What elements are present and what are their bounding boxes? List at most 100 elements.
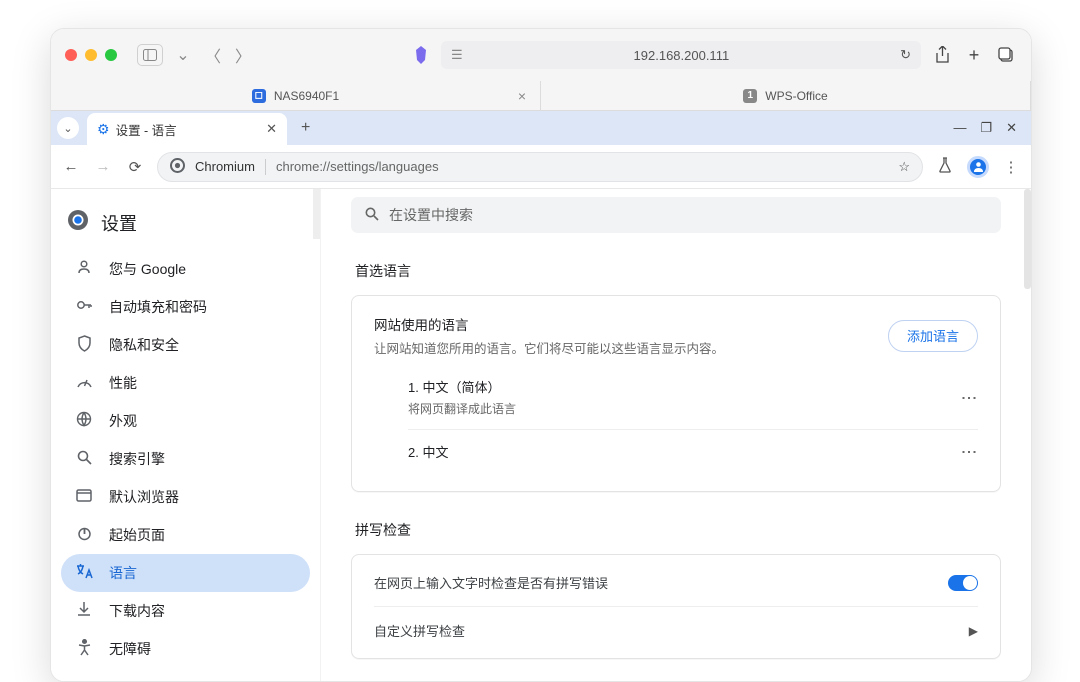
sidebar-item-label: 您与 Google: [109, 259, 186, 279]
back-icon[interactable]: 〈: [203, 43, 223, 67]
settings-sidebar: 设置 您与 Google 自动填充和密码 隐私和安全 性能 外观 搜索引擎 默认…: [51, 189, 321, 681]
kebab-menu-icon[interactable]: ⋮: [1001, 158, 1021, 176]
shield-icon: [75, 335, 93, 356]
spellcheck-toggle[interactable]: [948, 575, 978, 591]
translate-icon: [75, 563, 93, 583]
wps-badge-icon: 1: [743, 89, 757, 103]
page-format-icon[interactable]: ☰: [451, 47, 463, 63]
language-name: 2. 中文: [408, 442, 448, 461]
close-tab-icon[interactable]: ×: [518, 88, 526, 104]
language-options-icon[interactable]: ⋮: [959, 390, 978, 405]
sidebar-item-downloads[interactable]: 下载内容: [61, 592, 310, 630]
reload-icon[interactable]: ↻: [900, 47, 911, 63]
language-options-icon[interactable]: ⋮: [959, 444, 978, 459]
labs-icon[interactable]: [935, 157, 955, 177]
sidebar-item-default-browser[interactable]: 默认浏览器: [61, 478, 310, 516]
globe-icon: [75, 411, 93, 431]
sidebar-item-label: 无障碍: [109, 639, 151, 659]
search-placeholder: 在设置中搜索: [389, 205, 473, 225]
sidebar-item-label: 隐私和安全: [109, 335, 179, 355]
browser-icon: [75, 489, 93, 506]
dropdown-icon[interactable]: ⌄: [173, 45, 193, 65]
bookmark-star-icon[interactable]: ☆: [898, 159, 910, 175]
safari-tabstrip: ◻ NAS6940F1 × 1 WPS-Office: [51, 81, 1031, 111]
sidebar-item-label: 搜索引擎: [109, 449, 165, 469]
share-icon[interactable]: [931, 46, 953, 64]
profile-avatar-icon[interactable]: [967, 156, 989, 178]
search-icon: [365, 207, 379, 224]
restore-icon[interactable]: ❐: [980, 120, 992, 136]
sidebar-item-languages[interactable]: 语言: [61, 554, 310, 592]
safari-url: 192.168.200.111: [463, 48, 900, 63]
sidebar-item-performance[interactable]: 性能: [61, 364, 310, 402]
language-item-zh: 2. 中文 ⋮: [408, 429, 978, 473]
sidebar-item-label: 自动填充和密码: [109, 297, 207, 317]
tab-overview-icon[interactable]: [995, 47, 1017, 63]
obsidian-icon[interactable]: [411, 45, 431, 65]
sidebar-item-label: 外观: [109, 411, 137, 431]
search-icon: [75, 450, 93, 469]
minimize-icon[interactable]: —: [953, 120, 966, 136]
speed-icon: [75, 374, 93, 392]
safari-tab-nas[interactable]: ◻ NAS6940F1 ×: [51, 81, 541, 110]
new-tab-icon[interactable]: +: [963, 45, 985, 66]
sidebar-item-privacy[interactable]: 隐私和安全: [61, 326, 310, 364]
sidebar-item-you-and-google[interactable]: 您与 Google: [61, 250, 310, 288]
sidebar-item-accessibility[interactable]: 无障碍: [61, 630, 310, 668]
safari-tab-label: WPS-Office: [765, 89, 827, 103]
nas-icon: ◻: [252, 89, 266, 103]
new-chrome-tab-icon[interactable]: +: [301, 119, 310, 137]
chrome-tabstrip: ⌄ ⚙ 设置 - 语言 ✕ + — ❐ ✕: [51, 111, 1031, 145]
chromium-logo-icon: [170, 158, 185, 176]
language-sub: 将网页翻译成此语言: [408, 400, 516, 417]
sidebar-item-label: 默认浏览器: [109, 487, 179, 507]
gear-icon: ⚙: [97, 121, 110, 138]
chrome-tab-label: 设置 - 语言: [116, 120, 177, 139]
section-spellcheck-title: 拼写检查: [355, 520, 1001, 540]
key-icon: [75, 297, 93, 317]
safari-tab-wps[interactable]: 1 WPS-Office: [541, 81, 1031, 110]
sidebar-item-startup[interactable]: 起始页面: [61, 516, 310, 554]
section-preferred-languages-title: 首选语言: [355, 261, 1001, 281]
forward-icon[interactable]: →: [93, 158, 113, 175]
sidebar-item-appearance[interactable]: 外观: [61, 402, 310, 440]
minimize-window-icon[interactable]: [85, 49, 97, 61]
chromium-window: ⌄ ⚙ 设置 - 语言 ✕ + — ❐ ✕ ← → ⟳ Chromium: [51, 111, 1031, 681]
close-window-icon[interactable]: [65, 49, 77, 61]
settings-title: 设置: [101, 210, 137, 236]
spellcheck-row-label: 在网页上输入文字时检查是否有拼写错误: [374, 573, 608, 592]
download-icon: [75, 601, 93, 621]
spellcheck-card: 在网页上输入文字时检查是否有拼写错误 自定义拼写检查 ▶: [351, 554, 1001, 659]
sidebar-toggle-icon[interactable]: [137, 44, 163, 66]
close-tab-icon[interactable]: ✕: [266, 121, 277, 137]
maximize-window-icon[interactable]: [105, 49, 117, 61]
reload-icon[interactable]: ⟳: [125, 158, 145, 176]
chevron-right-icon[interactable]: ▶: [969, 624, 978, 638]
chromium-app-icon: [67, 209, 89, 236]
safari-address-bar[interactable]: ☰ 192.168.200.111 ↻: [441, 41, 921, 69]
accessibility-icon: [75, 639, 93, 660]
chrome-tab-settings[interactable]: ⚙ 设置 - 语言 ✕: [87, 113, 287, 145]
safari-tab-label: NAS6940F1: [274, 89, 339, 103]
sidebar-item-label: 下载内容: [109, 601, 165, 621]
tab-search-icon[interactable]: ⌄: [57, 117, 79, 139]
settings-search[interactable]: 在设置中搜索: [351, 197, 1001, 233]
sidebar-item-search-engine[interactable]: 搜索引擎: [61, 440, 310, 478]
languages-card: 网站使用的语言 让网站知道您所用的语言。它们将尽可能以这些语言显示内容。 添加语…: [351, 295, 1001, 492]
spellcheck-custom-label[interactable]: 自定义拼写检查: [374, 621, 465, 640]
chrome-url: chrome://settings/languages: [276, 159, 439, 174]
add-language-button[interactable]: 添加语言: [888, 320, 978, 352]
chrome-toolbar: ← → ⟳ Chromium chrome://settings/languag…: [51, 145, 1031, 189]
scrollbar[interactable]: [1024, 189, 1031, 289]
close-icon[interactable]: ✕: [1006, 120, 1017, 136]
mac-toolbar: ⌄ 〈 〉 ☰ 192.168.200.111 ↻ +: [51, 29, 1031, 81]
sidebar-item-label: 起始页面: [109, 525, 165, 545]
sidebar-item-autofill[interactable]: 自动填充和密码: [61, 288, 310, 326]
languages-card-desc: 让网站知道您所用的语言。它们将尽可能以这些语言显示内容。: [374, 338, 724, 357]
forward-icon[interactable]: 〉: [233, 43, 253, 67]
sidebar-item-label: 语言: [109, 563, 137, 583]
back-icon[interactable]: ←: [61, 158, 81, 175]
power-icon: [75, 526, 93, 545]
omnibox[interactable]: Chromium chrome://settings/languages ☆: [157, 152, 923, 182]
languages-card-title: 网站使用的语言: [374, 314, 724, 334]
